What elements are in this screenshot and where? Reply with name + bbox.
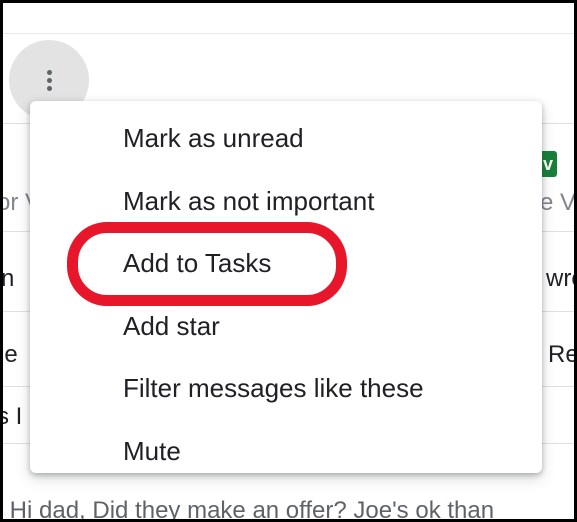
menu-item-label: Mute xyxy=(123,436,181,466)
row-fragment: n xyxy=(1,265,15,292)
toolbar-divider xyxy=(3,33,574,34)
menu-item-label: Mark as unread xyxy=(123,123,304,153)
menu-item-filter-messages[interactable]: Filter messages like these xyxy=(30,363,542,423)
screenshot-frame: or V e Va n wro le Re s I v - Hi dad, Di… xyxy=(0,0,577,522)
menu-item-label: Add to Tasks xyxy=(123,248,272,278)
menu-item-label: Filter messages like these xyxy=(123,373,424,403)
row-fragment: wro xyxy=(546,265,574,292)
menu-item-label: Add star xyxy=(123,311,220,341)
email-preview-snippet: - Hi dad, Did they make an offer? Joe's … xyxy=(0,497,495,522)
row-fragment: Re xyxy=(548,341,577,368)
menu-item-add-to-tasks[interactable]: Add to Tasks xyxy=(30,238,542,298)
menu-item-add-star[interactable]: Add star xyxy=(30,301,542,361)
menu-item-mark-not-important[interactable]: Mark as not important xyxy=(30,176,542,236)
menu-item-mark-unread[interactable]: Mark as unread xyxy=(30,113,542,173)
row-fragment: e Va xyxy=(540,189,575,216)
row-fragment: le xyxy=(0,341,18,368)
row-fragment: s I xyxy=(3,403,23,430)
menu-item-mute[interactable]: Mute xyxy=(30,426,542,486)
menu-item-label: Mark as not important xyxy=(123,186,375,216)
context-menu: Mark as unread Mark as not important Add… xyxy=(30,101,542,473)
